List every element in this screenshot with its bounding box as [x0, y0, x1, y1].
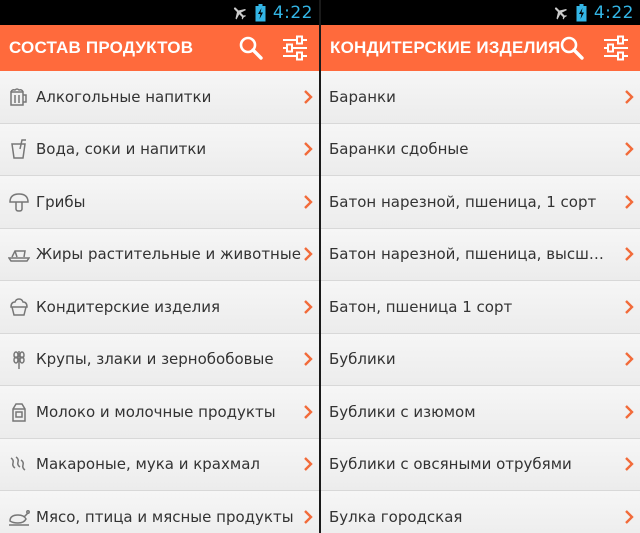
glass-straw-icon — [11, 139, 26, 159]
chevron-right-icon — [304, 89, 313, 104]
list-item[interactable]: Бублики с овсяными отрубями — [321, 438, 640, 491]
butter-icon — [8, 250, 30, 262]
list-item-label: Мясо, птица и мясные продукты — [36, 507, 294, 526]
chevron-right-icon — [625, 194, 634, 209]
milk-carton-icon — [12, 403, 26, 422]
list-item-label: Баранки сдобные — [329, 140, 469, 159]
chevron-right-icon — [625, 142, 634, 157]
app-bar: КОНДИТЕРСКИЕ ИЗДЕЛИЯ — [321, 25, 640, 71]
chevron-right-icon — [304, 509, 313, 524]
filter-sliders-icon — [604, 35, 628, 61]
list-item[interactable]: Крупы, злаки и зернобобовые — [0, 333, 319, 386]
list-item-label: Молоко и молочные продукты — [36, 402, 276, 421]
status-bar: 4:22 — [321, 0, 640, 25]
chevron-right-icon — [625, 247, 634, 262]
list-item-label: Батон, пшеница 1 сорт — [329, 297, 513, 316]
list-item[interactable]: Макароные, мука и крахмал — [0, 438, 319, 491]
mushroom-icon — [9, 192, 29, 212]
list-item[interactable]: Батон нарезной, пшеница, высший сорт — [321, 228, 640, 281]
chevron-right-icon — [625, 352, 634, 367]
list-item-label: Баранки — [329, 87, 396, 106]
list-item-label: Булка городская — [329, 507, 463, 526]
clock: 4:22 — [593, 2, 634, 23]
list-item[interactable]: Молоко и молочные продукты — [0, 386, 319, 439]
list-item[interactable]: Мясо, птица и мясные продукты — [0, 491, 319, 533]
list-item-label: Жиры растительные и животные — [36, 245, 301, 264]
chevron-right-icon — [625, 404, 634, 419]
list-item[interactable]: Алкогольные напитки — [0, 71, 319, 124]
page-title: КОНДИТЕРСКИЕ ИЗДЕЛИЯ — [330, 38, 561, 57]
product-list: Баранки Баранки сдобные Батон нарезной, … — [321, 71, 640, 533]
chevron-right-icon — [304, 299, 313, 314]
search-icon — [560, 36, 584, 60]
filter-button[interactable] — [275, 25, 315, 71]
airplane-mode-icon — [233, 7, 246, 20]
chevron-right-icon — [304, 142, 313, 157]
pasta-icon — [10, 456, 26, 471]
roast-chicken-icon — [9, 509, 30, 526]
page-title: СОСТАВ ПРОДУКТОВ — [9, 38, 194, 57]
list-item-label: Кондитерские изделия — [36, 297, 220, 316]
list-item-label: Грибы — [36, 192, 86, 211]
list-item-label: Вода, соки и напитки — [36, 140, 207, 159]
chevron-right-icon — [625, 509, 634, 524]
search-button[interactable] — [231, 25, 271, 71]
list-item[interactable]: Грибы — [0, 176, 319, 229]
list-item-label: Батон нарезной, пшеница, высший сорт — [329, 245, 606, 264]
airplane-mode-icon — [554, 7, 567, 20]
app-bar: СОСТАВ ПРОДУКТОВ — [0, 25, 319, 71]
chevron-right-icon — [304, 404, 313, 419]
list-item-label: Бублики с изюмом — [329, 402, 476, 421]
search-button[interactable] — [552, 25, 592, 71]
list-item-label: Бублики — [329, 350, 396, 369]
battery-charging-icon — [576, 3, 587, 21]
beer-mug-icon — [10, 88, 27, 106]
cupcake-icon — [10, 297, 28, 316]
status-bar: 4:22 — [0, 0, 319, 25]
list-item[interactable]: Батон, пшеница 1 сорт — [321, 281, 640, 334]
wheat-icon — [13, 351, 25, 370]
chevron-right-icon — [304, 194, 313, 209]
categories-screen: 4:22 СОСТАВ ПРОДУКТОВ Алкогольные напитк… — [0, 0, 319, 533]
list-item[interactable]: Бублики с изюмом — [321, 386, 640, 439]
search-icon — [239, 36, 263, 60]
chevron-right-icon — [304, 457, 313, 472]
chevron-right-icon — [304, 352, 313, 367]
list-item[interactable]: Бублики — [321, 333, 640, 386]
chevron-right-icon — [625, 457, 634, 472]
clock: 4:22 — [272, 2, 313, 23]
list-item[interactable]: Баранки сдобные — [321, 123, 640, 176]
list-item[interactable]: Баранки — [321, 71, 640, 124]
products-screen: 4:22 КОНДИТЕРСКИЕ ИЗДЕЛИЯ Баранки Баранк… — [321, 0, 640, 533]
chevron-right-icon — [625, 299, 634, 314]
list-item-label: Алкогольные напитки — [36, 87, 212, 106]
filter-button[interactable] — [596, 25, 636, 71]
chevron-right-icon — [625, 89, 634, 104]
list-item-label: Крупы, злаки и зернобобовые — [36, 350, 274, 369]
list-item[interactable]: Вода, соки и напитки — [0, 123, 319, 176]
list-item[interactable]: Батон нарезной, пшеница, 1 сорт — [321, 176, 640, 229]
list-item[interactable]: Жиры растительные и животные — [0, 228, 319, 281]
filter-sliders-icon — [283, 35, 307, 61]
list-item[interactable]: Булка городская — [321, 491, 640, 533]
list-item-label: Батон нарезной, пшеница, 1 сорт — [329, 192, 597, 211]
list-item-label: Бублики с овсяными отрубями — [329, 455, 572, 474]
list-item[interactable]: Кондитерские изделия — [0, 281, 319, 334]
chevron-right-icon — [304, 247, 313, 262]
category-list: Алкогольные напитки Вода, соки и напитки… — [0, 71, 319, 533]
list-item-label: Макароные, мука и крахмал — [36, 455, 260, 474]
battery-charging-icon — [255, 3, 266, 21]
